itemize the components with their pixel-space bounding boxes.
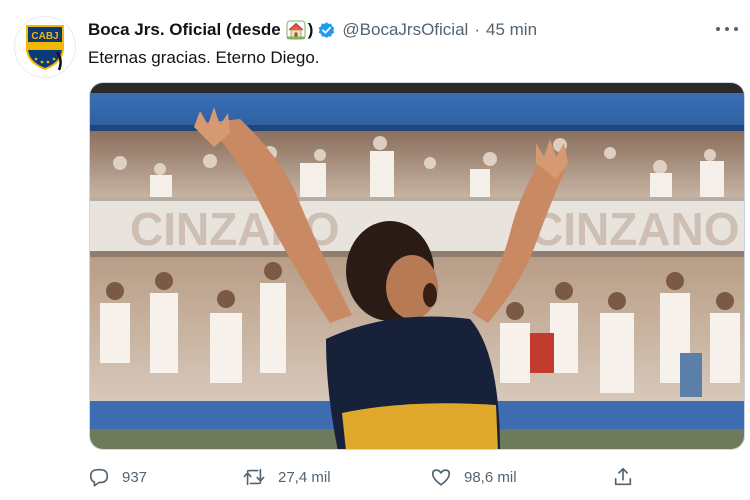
like-button[interactable]: 98,6 mil bbox=[430, 462, 517, 492]
tweet-header: Boca Jrs. Oficial (desde ) @BocaJrsOfici… bbox=[88, 18, 750, 42]
stadium-banner-right: CINZANO bbox=[530, 203, 740, 255]
retweet-icon bbox=[243, 468, 265, 486]
tweet-text: Eternas gracias. Eterno Diego. bbox=[88, 48, 320, 67]
author-name[interactable]: Boca Jrs. Oficial (desde bbox=[88, 20, 281, 40]
verified-badge-icon bbox=[317, 21, 336, 40]
avatar-logo-text: CABJ bbox=[31, 31, 58, 42]
heart-icon bbox=[431, 469, 451, 486]
reply-icon bbox=[89, 468, 109, 487]
like-count: 98,6 mil bbox=[464, 468, 517, 486]
author-handle[interactable]: @BocaJrsOficial bbox=[342, 20, 468, 40]
share-icon bbox=[614, 467, 632, 486]
share-button[interactable] bbox=[612, 462, 646, 492]
reply-count: 937 bbox=[122, 468, 148, 486]
tweet-actions: 937 27,4 mil 98,6 mil bbox=[88, 462, 648, 492]
tweet-timestamp[interactable]: 45 min bbox=[486, 20, 537, 40]
reply-button[interactable]: 937 bbox=[88, 462, 147, 492]
cabj-crest-icon: CABJ bbox=[26, 25, 64, 71]
tweet-photo[interactable]: CINZANO CINZANO bbox=[89, 82, 745, 450]
separator-dot: · bbox=[474, 20, 480, 39]
retweet-count: 27,4 mil bbox=[278, 468, 331, 486]
avatar[interactable]: CABJ bbox=[14, 16, 76, 78]
author-name-suffix: ) bbox=[307, 20, 314, 39]
more-options-icon[interactable] bbox=[716, 22, 738, 36]
retweet-button[interactable]: 27,4 mil bbox=[242, 462, 331, 492]
house-emoji-icon bbox=[286, 20, 306, 40]
